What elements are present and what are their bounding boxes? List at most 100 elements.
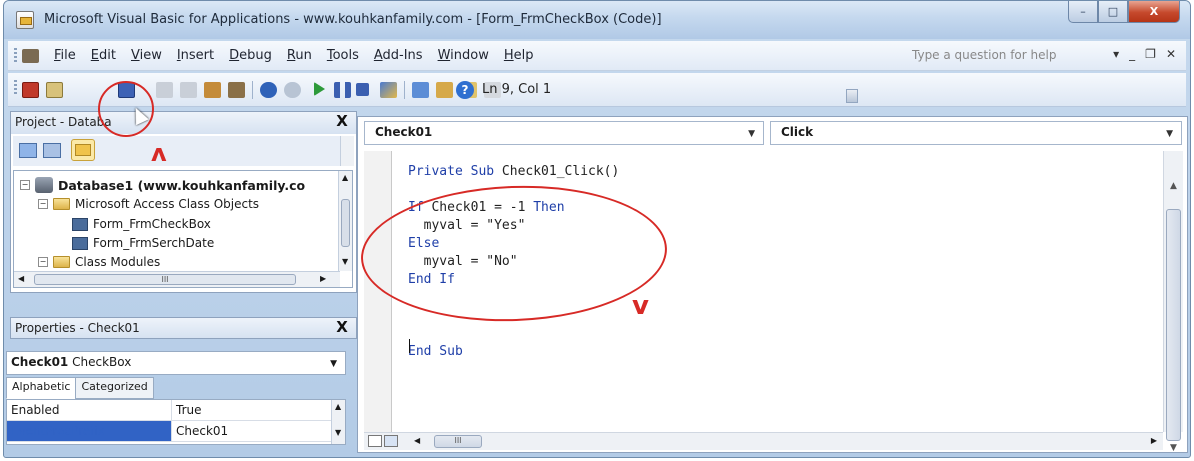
scroll-left-icon[interactable]: ◀ — [414, 436, 420, 445]
project-explorer-icon[interactable] — [412, 82, 429, 98]
tab-categorized[interactable]: Categorized — [75, 377, 154, 399]
menu-item-view[interactable]: View — [125, 48, 171, 63]
code-vscroll[interactable]: ▲ ▼ — [1163, 151, 1183, 453]
mdi-minimize-icon[interactable]: _ — [1129, 47, 1135, 61]
maximize-button[interactable]: □ — [1098, 1, 1128, 23]
menu-item-edit[interactable]: Edit — [85, 48, 125, 63]
menubar-grip-icon[interactable] — [14, 48, 17, 64]
tree-node-form-frmcheckbox[interactable]: Form_FrmCheckBox — [72, 217, 211, 231]
scroll-thumb[interactable]: III — [34, 274, 296, 285]
code-line[interactable] — [408, 307, 619, 325]
properties-object-select[interactable]: Check01 CheckBox ▼ — [6, 351, 346, 375]
code-margin-indicator-bar[interactable] — [364, 151, 392, 432]
scroll-up-icon[interactable]: ▲ — [1164, 181, 1183, 191]
menu-item-debug[interactable]: Debug — [223, 48, 281, 63]
scroll-thumb[interactable]: III — [434, 435, 482, 448]
toolbar-grip-icon[interactable] — [14, 80, 17, 96]
find-icon[interactable] — [228, 82, 245, 98]
design-mode-icon[interactable] — [380, 82, 397, 98]
procedure-combo[interactable]: Click ▼ — [770, 121, 1182, 145]
scroll-thumb[interactable] — [341, 199, 350, 247]
run-icon[interactable] — [314, 82, 325, 96]
vba-app-icon[interactable] — [16, 11, 34, 29]
chevron-down-icon[interactable]: ▼ — [330, 359, 337, 369]
code-line[interactable]: End Sub — [408, 343, 619, 361]
reset-icon[interactable] — [356, 83, 369, 96]
properties-window-icon[interactable] — [436, 82, 453, 98]
help-dropdown-icon[interactable]: ▾ — [1113, 47, 1119, 61]
code-line[interactable] — [408, 181, 619, 199]
code-editor[interactable]: Private Sub Check01_Click() If Check01 = … — [408, 163, 619, 361]
collapse-icon[interactable]: − — [38, 257, 48, 267]
scroll-up-icon[interactable]: ▲ — [342, 173, 348, 182]
toolbar-options-dropdown[interactable] — [846, 89, 858, 103]
tree-node-database[interactable]: − Database1 (www.kouhkanfamily.co — [20, 177, 305, 193]
menu-item-run[interactable]: Run — [281, 48, 321, 63]
scroll-up-icon[interactable]: ▲ — [335, 402, 341, 411]
menu-item-tools[interactable]: Tools — [321, 48, 368, 63]
paste-icon[interactable] — [204, 82, 221, 98]
title-bar[interactable]: Microsoft Visual Basic for Applications … — [4, 1, 1190, 39]
code-line[interactable]: Else — [408, 235, 619, 253]
view-code-icon[interactable] — [19, 143, 37, 158]
property-row-eventprocprefix[interactable]: EventProcPrefix Check01 — [7, 421, 345, 442]
menu-item-addins[interactable]: Add-Ins — [368, 48, 432, 63]
project-tree-hscroll[interactable]: ◀ III ▶ — [14, 271, 340, 287]
scroll-right-icon[interactable]: ▶ — [320, 274, 326, 283]
view-access-icon[interactable] — [22, 82, 39, 98]
menu-item-insert[interactable]: Insert — [171, 48, 223, 63]
scroll-right-icon[interactable]: ▶ — [1151, 436, 1157, 445]
break-icon[interactable] — [334, 82, 351, 98]
chevron-down-icon[interactable]: ▼ — [748, 129, 755, 139]
chevron-down-icon[interactable]: ▼ — [1166, 129, 1173, 139]
tab-alphabetic[interactable]: Alphabetic — [6, 377, 77, 399]
close-button[interactable]: X — [1128, 1, 1180, 23]
full-module-view-icon[interactable] — [384, 435, 398, 447]
scroll-left-icon[interactable]: ◀ — [18, 274, 24, 283]
scroll-down-icon[interactable]: ▼ — [1164, 443, 1183, 453]
procedure-view-icon[interactable] — [368, 435, 382, 447]
tree-node-class-modules[interactable]: − Class Modules — [38, 255, 160, 269]
help-icon[interactable]: ? — [456, 81, 474, 99]
collapse-icon[interactable]: − — [38, 199, 48, 209]
tree-node-form-frmserchdate[interactable]: Form_FrmSerchDate — [72, 236, 214, 250]
project-tree-vscroll[interactable]: ▲ ▼ — [338, 171, 352, 271]
undo-icon[interactable] — [260, 82, 277, 98]
project-toolbar-scroll[interactable] — [340, 136, 354, 166]
insert-module-icon[interactable] — [46, 82, 63, 98]
mdi-close-icon[interactable]: ✕ — [1166, 47, 1176, 61]
code-line[interactable]: If Check01 = -1 Then — [408, 199, 619, 217]
cut-icon[interactable] — [156, 82, 173, 98]
code-line[interactable] — [408, 289, 619, 307]
code-line[interactable]: Private Sub Check01_Click() — [408, 163, 619, 181]
vba-menu-icon[interactable] — [22, 49, 39, 63]
scroll-down-icon[interactable]: ▼ — [335, 428, 341, 437]
property-value[interactable]: True — [172, 400, 206, 420]
mdi-restore-icon[interactable]: ❐ — [1145, 47, 1156, 61]
property-value[interactable]: Check01 — [172, 421, 232, 441]
code-hscroll[interactable]: ◀ III ▶ — [364, 432, 1163, 450]
view-object-icon[interactable] — [43, 143, 61, 158]
property-row-enabled[interactable]: Enabled True — [7, 400, 345, 421]
redo-icon[interactable] — [284, 82, 301, 98]
code-line[interactable]: myval = "No" — [408, 253, 619, 271]
menu-item-file[interactable]: File — [48, 48, 85, 63]
scroll-down-icon[interactable]: ▼ — [342, 257, 348, 266]
help-question-input[interactable]: Type a question for help — [908, 47, 1098, 65]
copy-icon[interactable] — [180, 82, 197, 98]
code-line[interactable]: End If — [408, 271, 619, 289]
collapse-icon[interactable]: − — [20, 180, 30, 190]
code-line[interactable] — [408, 325, 619, 343]
project-pane-close-icon[interactable]: X — [334, 114, 350, 130]
tree-node-access-class-objects[interactable]: − Microsoft Access Class Objects — [38, 197, 259, 211]
scroll-thumb[interactable] — [1166, 209, 1181, 441]
save-icon[interactable] — [118, 82, 135, 98]
object-combo[interactable]: Check01 ▼ — [364, 121, 764, 145]
project-pane-header: Project - Databa X — [11, 112, 356, 134]
menu-item-help[interactable]: Help — [498, 48, 543, 63]
properties-pane-close-icon[interactable]: X — [334, 320, 350, 336]
menu-item-window[interactable]: Window — [432, 48, 498, 63]
code-line[interactable]: myval = "Yes" — [408, 217, 619, 235]
minimize-button[interactable]: – — [1068, 1, 1098, 23]
properties-vscroll[interactable]: ▲ ▼ — [331, 400, 345, 444]
